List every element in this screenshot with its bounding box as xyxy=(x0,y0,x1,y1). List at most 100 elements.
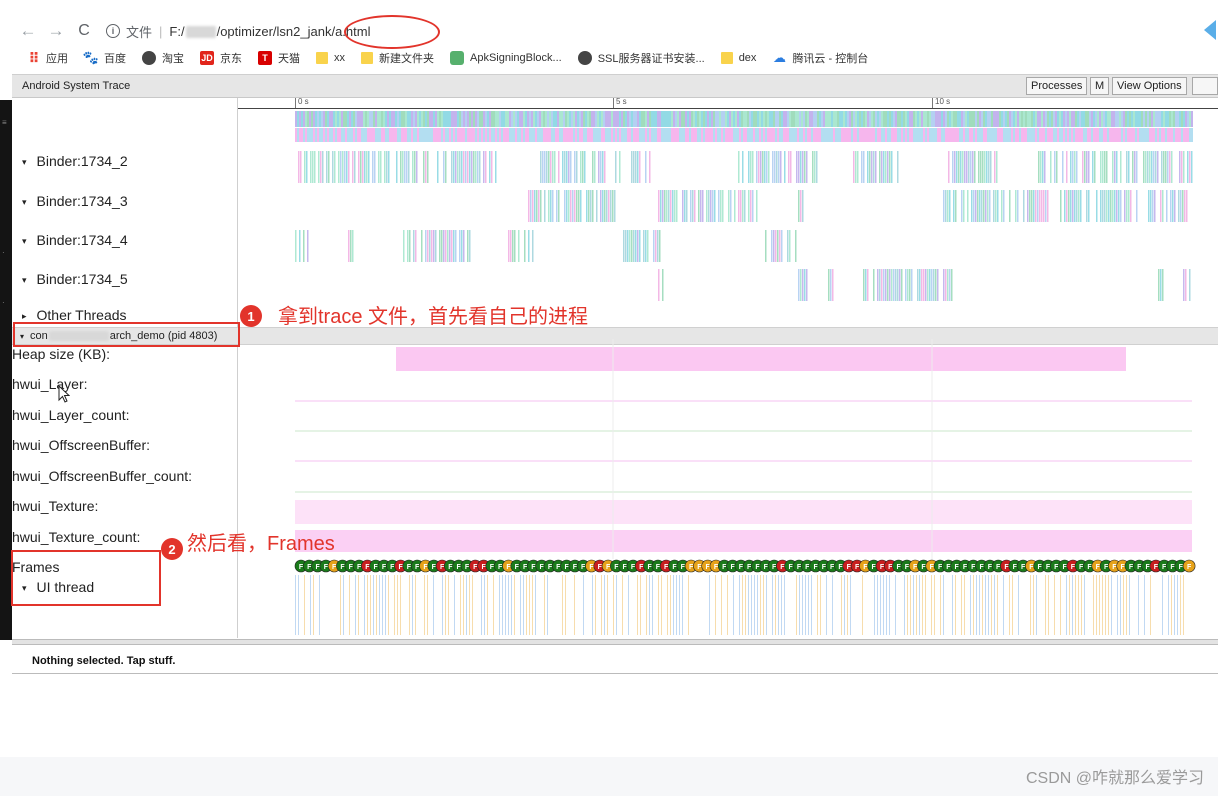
cpu-slice xyxy=(811,128,813,142)
cpu-slice xyxy=(377,111,379,127)
reload-button[interactable]: C xyxy=(70,21,98,41)
panel-divider[interactable] xyxy=(12,639,1218,645)
cpu-slice xyxy=(471,111,473,127)
cpu-slice xyxy=(1001,111,1003,127)
cpu-slice xyxy=(715,128,717,142)
cpu-slice xyxy=(975,111,977,127)
cpu-slice xyxy=(449,111,451,127)
extension-icon[interactable] xyxy=(1202,18,1216,42)
cpu-slice xyxy=(437,128,439,142)
thread-slice xyxy=(1100,190,1102,222)
bookmark-dex[interactable]: dex xyxy=(720,52,756,64)
cpu-slice xyxy=(603,128,605,142)
bookmark-tmall[interactable]: T 天猫 xyxy=(258,50,300,66)
cpu-slice xyxy=(517,128,519,142)
m-button[interactable]: M xyxy=(1090,77,1110,95)
time-ruler[interactable]: 0 s 5 s 10 s xyxy=(238,97,1218,109)
cpu-slice xyxy=(1039,111,1041,127)
thread-slice xyxy=(304,151,306,183)
cpu-slice xyxy=(1163,128,1165,142)
ui-thread-slice xyxy=(340,575,341,635)
bookmark-baidu[interactable]: 🐾 百度 xyxy=(83,50,126,66)
cpu-slice xyxy=(553,111,555,127)
cpu-slice xyxy=(637,111,639,127)
bookmark-xx[interactable]: xx xyxy=(316,52,345,64)
cpu-slice xyxy=(1007,128,1009,142)
extra-button[interactable] xyxy=(1192,77,1218,95)
cpu-slice xyxy=(683,128,685,142)
thread-slice xyxy=(929,269,931,301)
cpu-slice xyxy=(1121,128,1123,142)
cpu-slice xyxy=(831,111,833,127)
thread-slice xyxy=(983,190,985,222)
url-input[interactable]: F://optimizer/lsn2_jank/a.html xyxy=(169,24,370,39)
thread-slice xyxy=(348,151,350,183)
tmall-icon: T xyxy=(258,51,272,65)
cpu-slice xyxy=(657,128,659,142)
info-icon[interactable]: i xyxy=(106,24,120,38)
cpu-slice xyxy=(507,111,509,127)
cpu-slice xyxy=(717,128,719,142)
ui-thread-slice xyxy=(409,575,410,635)
cpu-slice xyxy=(677,111,679,127)
expand-triangle-icon: ▾ xyxy=(22,196,27,207)
cpu-slice xyxy=(1139,128,1141,142)
forward-button[interactable]: → xyxy=(42,21,70,41)
tracks-area[interactable]: FFFFFFFFFFFFFFFFFFFFFFFFFFFFFFFFFFFFFFFF… xyxy=(238,109,1218,639)
cpu-slice xyxy=(649,128,651,142)
thread-slice xyxy=(637,230,639,262)
cpu-slice xyxy=(1063,111,1065,127)
thread-binder-1734-2[interactable]: ▾ Binder:1734_2 xyxy=(22,153,128,169)
cpu-slice xyxy=(1023,128,1025,142)
ui-thread-slice xyxy=(721,575,722,635)
thread-slice xyxy=(435,230,437,262)
view-options-button[interactable]: View Options xyxy=(1112,77,1187,95)
thread-binder-1734-4[interactable]: ▾ Binder:1734_4 xyxy=(22,232,128,248)
thread-slice xyxy=(1054,151,1056,183)
back-button[interactable]: ← xyxy=(14,21,42,41)
cpu-slice xyxy=(677,128,679,142)
thread-slice xyxy=(795,230,797,262)
cpu-slice xyxy=(565,128,567,142)
other-threads-group[interactable]: ▸ Other Threads xyxy=(22,307,127,323)
cpu-slice xyxy=(1075,128,1077,142)
cpu-slice xyxy=(911,128,913,142)
bookmark-ssl[interactable]: SSL服务器证书安装... xyxy=(577,50,705,66)
processes-button[interactable]: Processes xyxy=(1026,77,1088,95)
ui-thread-slice xyxy=(1183,575,1184,635)
trace-title: Android System Trace xyxy=(22,80,131,92)
bookmark-new-folder[interactable]: 新建文件夹 xyxy=(361,50,434,66)
ui-thread-slice xyxy=(532,575,533,635)
bookmark-tencent-cloud[interactable]: ☁ 腾讯云 - 控制台 xyxy=(772,50,868,66)
cpu-slice xyxy=(537,111,539,127)
cpu-slice xyxy=(861,111,863,127)
cpu-slice xyxy=(957,111,959,127)
thread-label: Binder:1734_4 xyxy=(36,232,128,248)
cpu-slice xyxy=(997,111,999,127)
cpu-slice xyxy=(691,128,693,142)
thread-slice xyxy=(889,151,891,183)
thread-binder-1734-5[interactable]: ▾ Binder:1734_5 xyxy=(22,271,128,287)
cpu-slice xyxy=(433,128,435,142)
thread-slice xyxy=(445,230,447,262)
thread-slice xyxy=(883,269,885,301)
cpu-slice xyxy=(737,128,739,142)
ui-thread-slice xyxy=(991,575,992,635)
cpu-slice xyxy=(1157,128,1159,142)
apps-icon: ⠿ xyxy=(28,49,40,66)
thread-slice xyxy=(1070,151,1072,183)
cpu-slice xyxy=(807,111,809,127)
thread-binder-1734-3[interactable]: ▾ Binder:1734_3 xyxy=(22,193,128,209)
cpu-slice xyxy=(299,128,301,142)
cpu-slice xyxy=(751,111,753,127)
thread-slice xyxy=(596,190,598,222)
thread-slice xyxy=(374,151,376,183)
cpu-slice xyxy=(609,128,611,142)
bookmark-jd[interactable]: JD 京东 xyxy=(200,50,242,66)
thread-slice xyxy=(987,190,989,222)
bookmark-apps[interactable]: ⠿ 应用 xyxy=(26,50,68,66)
bookmark-apksigning[interactable]: ApkSigningBlock... xyxy=(450,51,562,65)
bookmark-taobao[interactable]: 淘宝 xyxy=(142,50,184,66)
cpu-slice xyxy=(449,128,451,142)
thread-slice xyxy=(948,151,950,183)
